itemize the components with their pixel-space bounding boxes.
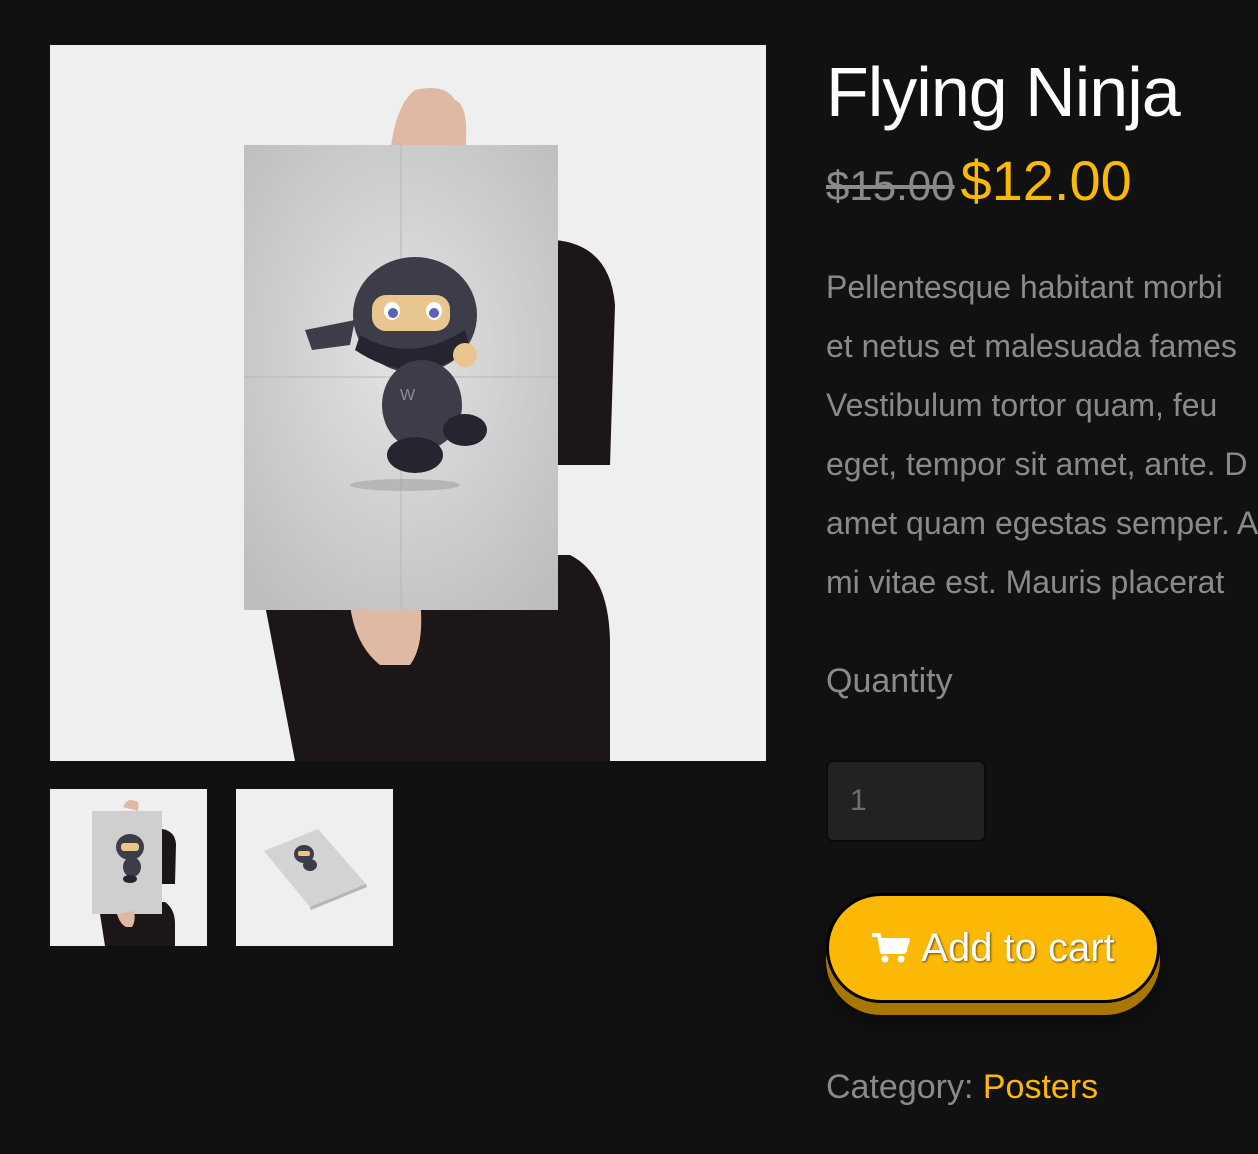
poster-held-illustration: W [50,45,766,761]
quantity-input[interactable] [826,760,986,842]
add-to-cart-label: Add to cart [921,925,1115,970]
description-line: Pellentesque habitant morbi [826,269,1223,305]
description-line: Vestibulum tortor quam, feu [826,387,1218,423]
poster-flat-thumbnail [236,789,393,946]
product-short-description: Pellentesque habitant morbi et netus et … [826,258,1258,612]
gallery-thumbnail-1[interactable] [50,789,207,946]
add-to-cart-button[interactable]: Add to cart [826,893,1160,1003]
shopping-cart-icon [871,932,911,964]
quantity-label: Quantity [826,662,953,700]
description-line: amet quam egestas semper. A [826,505,1258,541]
product-main-image[interactable]: W [50,45,766,761]
product-meta-category: Category: Posters [826,1068,1098,1107]
category-label: Category: [826,1068,974,1106]
product-summary: Flying Ninja $15.00 $12.00 Pellentesque h… [826,0,1258,1154]
product-price: $15.00 $12.00 [826,148,1132,213]
description-line: mi vitae est. Mauris placerat [826,564,1225,600]
description-line: eget, tempor sit amet, ante. D [826,446,1248,482]
description-line: et netus et malesuada fames [826,328,1237,364]
product-title: Flying Ninja [826,53,1181,131]
regular-price: $15.00 [826,162,955,209]
gallery-thumbnail-2[interactable] [236,789,393,946]
poster-held-thumbnail [50,789,207,946]
category-link[interactable]: Posters [983,1068,1098,1106]
svg-text:W: W [400,387,416,404]
sale-price: $12.00 [960,149,1132,212]
